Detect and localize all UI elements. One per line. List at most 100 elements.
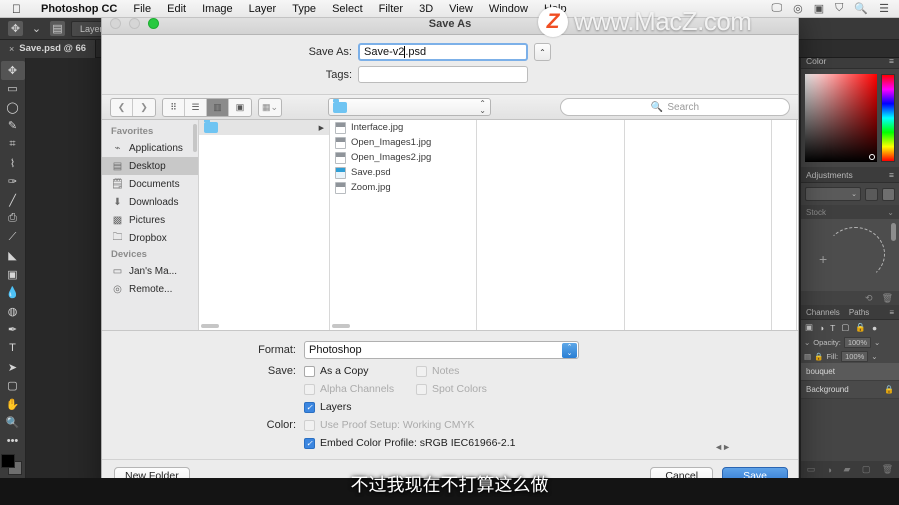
search-icon[interactable]: 🔍: [854, 2, 868, 15]
color-swatches[interactable]: [0, 454, 25, 477]
chevron-right-icon[interactable]: ❯: [133, 99, 155, 116]
checkbox-layers[interactable]: ✓ Layers: [304, 401, 352, 413]
checkbox-embed-color-profile[interactable]: ✓ Embed Color Profile: sRGB IEC61966-2.1: [304, 437, 516, 449]
menu-item-select[interactable]: Select: [324, 3, 371, 15]
layer-style-icon[interactable]: ◑: [827, 465, 832, 475]
sidebar-item-downloads[interactable]: ⬇ Downloads: [102, 193, 198, 211]
arrange-icon[interactable]: ▦⌄: [259, 99, 281, 116]
lasso-tool-icon[interactable]: ◯: [1, 98, 25, 117]
blur-tool-icon[interactable]: 💧: [1, 284, 25, 303]
location-popup[interactable]: ⌃ ⌄: [328, 98, 491, 116]
foreground-swatch[interactable]: [0, 454, 15, 469]
saturation-value-picker[interactable]: [805, 74, 877, 162]
more-tools-icon[interactable]: •••: [1, 432, 25, 451]
tab-channels[interactable]: Channels: [806, 308, 840, 317]
new-group-icon[interactable]: ▰: [844, 464, 851, 475]
scrollbar[interactable]: [891, 223, 896, 241]
column-scrollbar[interactable]: [332, 324, 350, 328]
filter-shape-icon[interactable]: ▢: [841, 322, 849, 333]
menu-item-filter[interactable]: Filter: [371, 3, 411, 15]
auto-select-icon[interactable]: ▤: [50, 21, 65, 36]
file-row[interactable]: Save.psd: [330, 165, 476, 180]
eraser-tool-icon[interactable]: ◣: [1, 246, 25, 265]
screen-record-icon[interactable]: ▣: [814, 2, 824, 15]
document-tab[interactable]: × Save.psd @ 66: [0, 39, 97, 58]
stepper-icon[interactable]: ⌃ ⌄: [479, 99, 486, 114]
hue-slider[interactable]: [881, 74, 895, 162]
move-tool-icon[interactable]: ✥: [0, 61, 25, 80]
menu-item-help[interactable]: Help: [536, 3, 575, 15]
disclosure-icon[interactable]: ▶: [319, 124, 324, 132]
crop-tool-icon[interactable]: ⌗: [1, 135, 25, 154]
resize-handle-icon[interactable]: ◄►: [714, 442, 731, 452]
apple-icon[interactable]: : [12, 3, 21, 15]
layer-row[interactable]: Background 🔒: [801, 381, 899, 399]
opacity-value[interactable]: 100%: [843, 336, 871, 348]
airplay-icon[interactable]: ◎: [793, 2, 803, 15]
sidebar-item-desktop[interactable]: ▤ Desktop: [102, 157, 198, 175]
checkbox-as-a-copy[interactable]: As a Copy: [304, 365, 416, 377]
format-select[interactable]: Photoshop ⌃ ⌄: [304, 341, 579, 359]
type-tool-icon[interactable]: T: [1, 339, 25, 358]
file-row[interactable]: Open_Images1.jpg: [330, 135, 476, 150]
column-scrollbar[interactable]: [201, 324, 219, 328]
gradient-tool-icon[interactable]: ▣: [1, 265, 25, 284]
filter-image-icon[interactable]: ▣: [805, 322, 813, 333]
display-icon[interactable]: 🖵: [772, 2, 783, 15]
brush-tool-icon[interactable]: ╱: [1, 191, 25, 210]
reset-icon[interactable]: ⟲: [865, 293, 873, 304]
menu-item-layer[interactable]: Layer: [241, 3, 285, 15]
icon-view-icon[interactable]: ⠿: [163, 98, 185, 116]
control-center-icon[interactable]: ☰: [879, 2, 889, 15]
path-select-tool-icon[interactable]: ➤: [1, 358, 25, 377]
file-row[interactable]: Interface.jpg: [330, 120, 476, 135]
filter-toggle-icon[interactable]: ●: [872, 323, 877, 333]
pen-tool-icon[interactable]: ✒: [1, 321, 25, 340]
dodge-tool-icon[interactable]: ◍: [1, 302, 25, 321]
eyedropper-tool-icon[interactable]: ⌇: [1, 154, 25, 173]
grid-view-icon[interactable]: [865, 187, 878, 201]
search-input[interactable]: 🔍 Search: [560, 98, 790, 116]
column-view-icon[interactable]: ▥: [207, 98, 229, 116]
trash-icon[interactable]: 🗑: [882, 293, 893, 304]
gallery-view-icon[interactable]: ▣: [229, 99, 251, 116]
link-layers-icon[interactable]: ▭: [807, 464, 816, 475]
file-name-input[interactable]: Save-v2 .psd: [358, 43, 528, 61]
new-layer-icon[interactable]: ▢: [862, 464, 871, 475]
history-brush-tool-icon[interactable]: ⟋: [1, 228, 25, 247]
clone-stamp-tool-icon[interactable]: ⎙: [1, 209, 25, 228]
lock-transparency-icon[interactable]: ▤: [804, 352, 811, 361]
sidebar-item-remote-disc[interactable]: ◎ Remote...: [102, 280, 198, 298]
arrange-button[interactable]: ▦⌄: [258, 97, 282, 117]
filter-adjustment-icon[interactable]: ◑: [819, 323, 824, 333]
sidebar-item-dropbox[interactable]: 🗀 Dropbox: [102, 229, 198, 247]
healing-brush-tool-icon[interactable]: ✑: [1, 172, 25, 191]
tags-input[interactable]: [358, 66, 528, 83]
rectangle-tool-icon[interactable]: ▢: [1, 376, 25, 395]
sidebar-item-documents[interactable]: 🗒 Documents: [102, 175, 198, 193]
menu-item-window[interactable]: Window: [481, 3, 536, 15]
file-row[interactable]: Open_Images2.jpg: [330, 150, 476, 165]
opacity-chevron-icon[interactable]: ⌄: [874, 338, 880, 347]
menu-item-image[interactable]: Image: [194, 3, 241, 15]
preset-select[interactable]: ⌄: [805, 187, 861, 201]
filter-type-icon[interactable]: T: [830, 323, 835, 333]
fill-value[interactable]: 100%: [841, 350, 869, 362]
list-view-icon[interactable]: ☰: [185, 98, 207, 116]
chevron-left-icon[interactable]: ❮: [111, 98, 133, 116]
list-view-icon[interactable]: [882, 187, 895, 201]
blend-mode-chevron-icon[interactable]: ⌄: [804, 338, 810, 347]
menu-item-type[interactable]: Type: [284, 3, 324, 15]
fill-chevron-icon[interactable]: ⌄: [871, 352, 877, 361]
close-icon[interactable]: ×: [9, 44, 14, 54]
tab-paths[interactable]: Paths: [849, 308, 869, 317]
chevron-down-icon[interactable]: ⌄: [29, 21, 44, 36]
layer-row[interactable]: bouquet: [801, 363, 899, 381]
delete-layer-icon[interactable]: 🗑: [882, 464, 893, 475]
menu-app-name[interactable]: Photoshop CC: [33, 3, 125, 15]
zoom-tool-icon[interactable]: 🔍: [1, 413, 25, 432]
move-tool-icon[interactable]: ✥: [8, 21, 23, 36]
panel-menu-icon[interactable]: ≡: [889, 308, 894, 317]
lock-all-icon[interactable]: 🔒: [814, 352, 823, 361]
marquee-tool-icon[interactable]: ▭: [1, 80, 25, 99]
